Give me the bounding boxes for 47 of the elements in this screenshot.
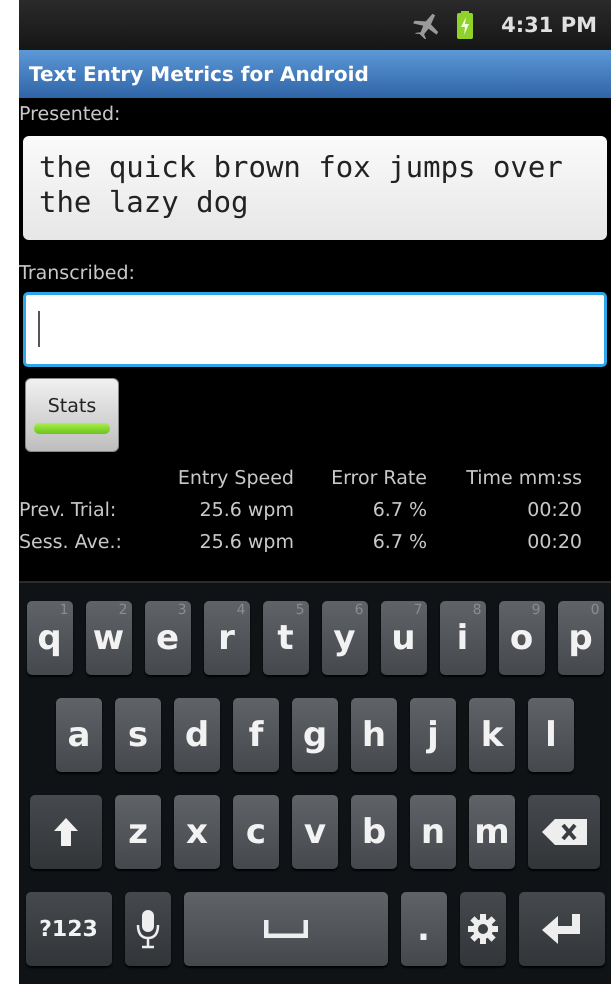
keyboard-key[interactable] [518,892,604,966]
keyboard-key[interactable]: g [292,698,338,772]
keyboard-key[interactable] [184,892,388,966]
input-field[interactable] [23,292,607,367]
space-bar-icon [264,920,308,938]
keyboard-key[interactable]: l [528,698,574,772]
row-label: Sess. Ave.: [19,530,123,555]
keyboard-key[interactable] [30,795,102,869]
backspace-icon [541,817,587,847]
table-cell-text: 6.7 % [372,498,427,523]
keyboard-key[interactable]: x [174,795,220,869]
keyboard-key[interactable]: n [410,795,456,869]
keyboard-key[interactable]: . [400,892,446,966]
enter-icon [542,912,582,946]
keyboard-key[interactable] [528,795,600,869]
keyboard-key[interactable]: b [351,795,397,869]
keyboard-key[interactable]: h [351,698,397,772]
keyboard-key[interactable] [124,892,170,966]
column-header: Time mm:ss [465,466,582,491]
keyboard-key[interactable]: m [469,795,515,869]
table-cell-text: 6.7 % [372,530,427,555]
keyboard-key[interactable]: j [410,698,456,772]
shift-icon [54,817,78,847]
table-cell-text: 25.6 wpm [198,498,294,523]
keyboard-key[interactable] [460,892,506,966]
table-cell-text: 00:20 [526,498,582,523]
column-header: Error Rate [330,466,427,491]
keyboard-key[interactable]: a [56,698,102,772]
field-label: Transcribed: [19,260,135,286]
keyboard-key[interactable]: d [174,698,220,772]
table-cell-text: 00:20 [526,530,582,555]
stats-button[interactable]: Stats [25,378,119,452]
microphone-icon [134,909,160,949]
keyboard-key[interactable]: z [115,795,161,869]
keyboard-key[interactable]: ?123 [26,892,112,966]
status-time: 4:31 PM [501,12,597,37]
row-label: Prev. Trial: [19,498,118,523]
keyboard-key[interactable]: s [115,698,161,772]
keyboard-key[interactable]: v [292,795,338,869]
presented-text: the quick brown fox jumps over the lazy dog [23,136,607,240]
keyboard-key[interactable]: c [233,795,279,869]
field-label: Presented: [19,102,120,127]
table-cell-text: 25.6 wpm [198,530,294,555]
app-title: Text Entry Metrics for Android [28,60,370,88]
keyboard-key[interactable]: f [233,698,279,772]
column-header: Entry Speed [176,466,294,491]
keyboard-key[interactable]: k [469,698,515,772]
